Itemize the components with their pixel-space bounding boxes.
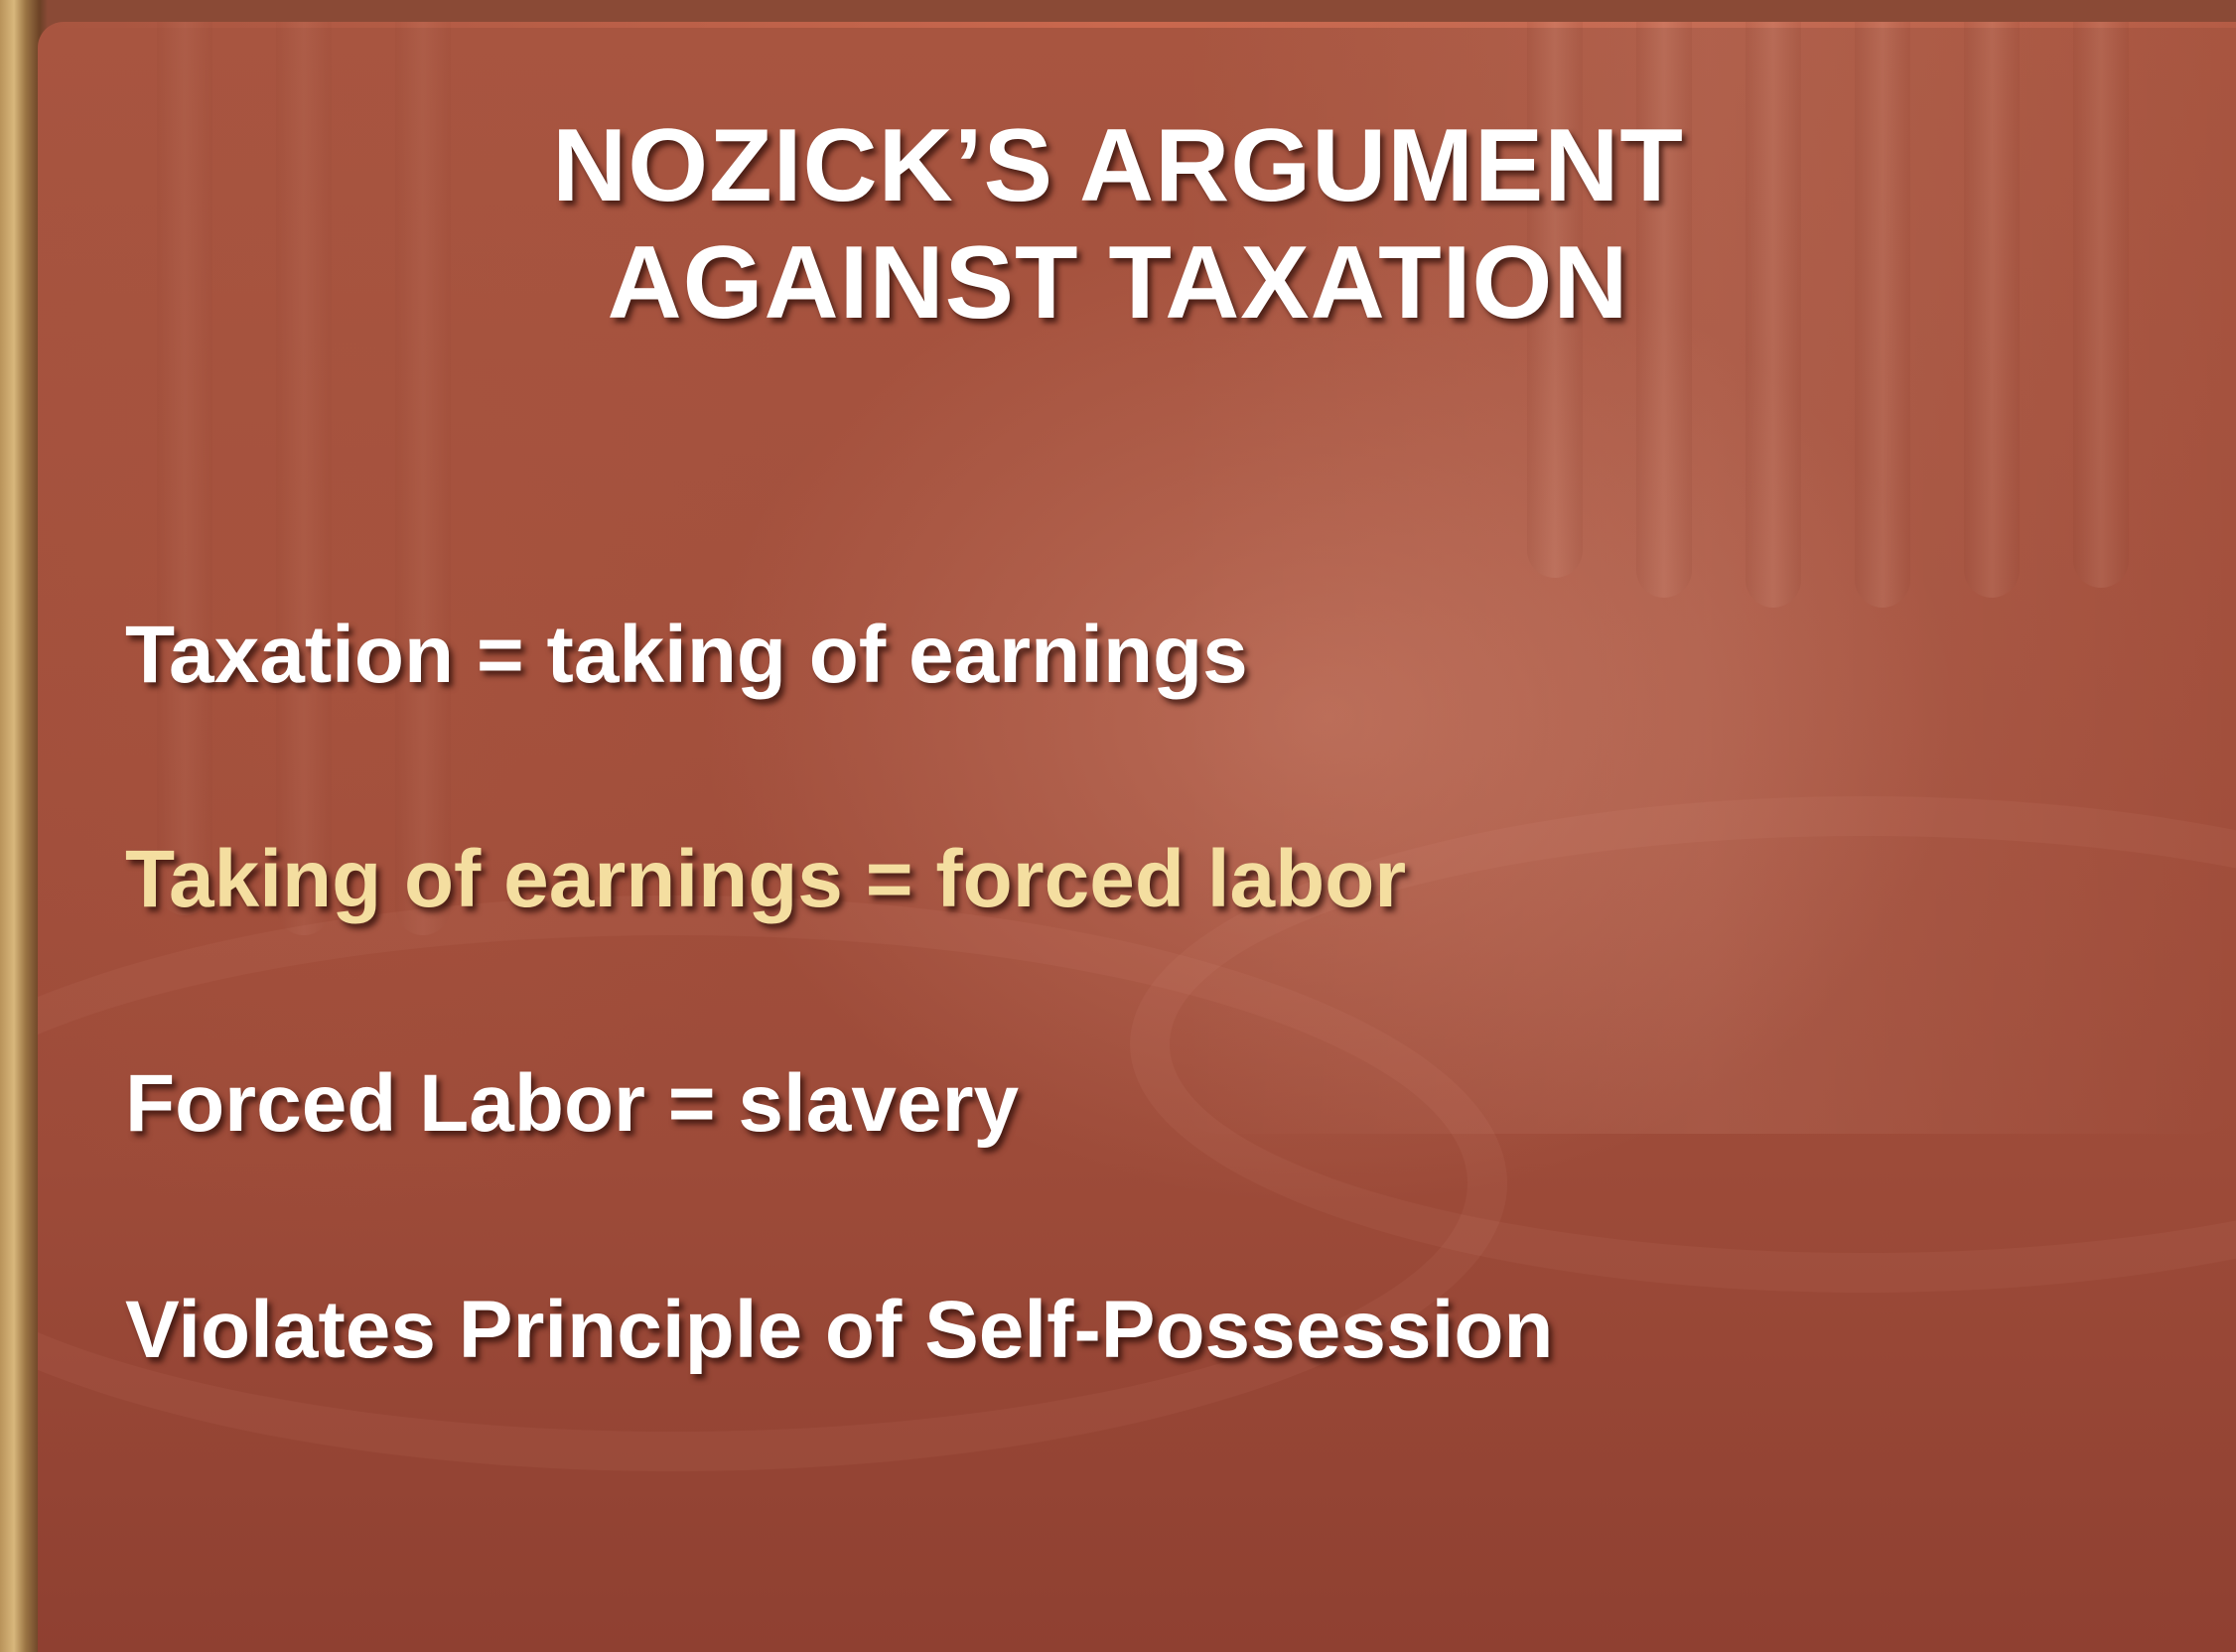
video-frame: NOZICK’S ARGUMENT AGAINST TAXATION Taxat… — [0, 0, 2236, 1652]
title-line-2: AGAINST TAXATION — [607, 225, 1629, 341]
argument-point-4: Violates Principle of Self-Possession — [125, 1285, 1554, 1375]
argument-point-3: Forced Labor = slavery — [125, 1058, 1020, 1149]
title-line-1: NOZICK’S ARGUMENT — [552, 108, 1684, 223]
argument-point-1: Taxation = taking of earnings — [125, 610, 1248, 700]
slide-title: NOZICK’S ARGUMENT AGAINST TAXATION — [0, 107, 2236, 342]
argument-point-2: Taking of earnings = forced labor — [125, 834, 1407, 924]
